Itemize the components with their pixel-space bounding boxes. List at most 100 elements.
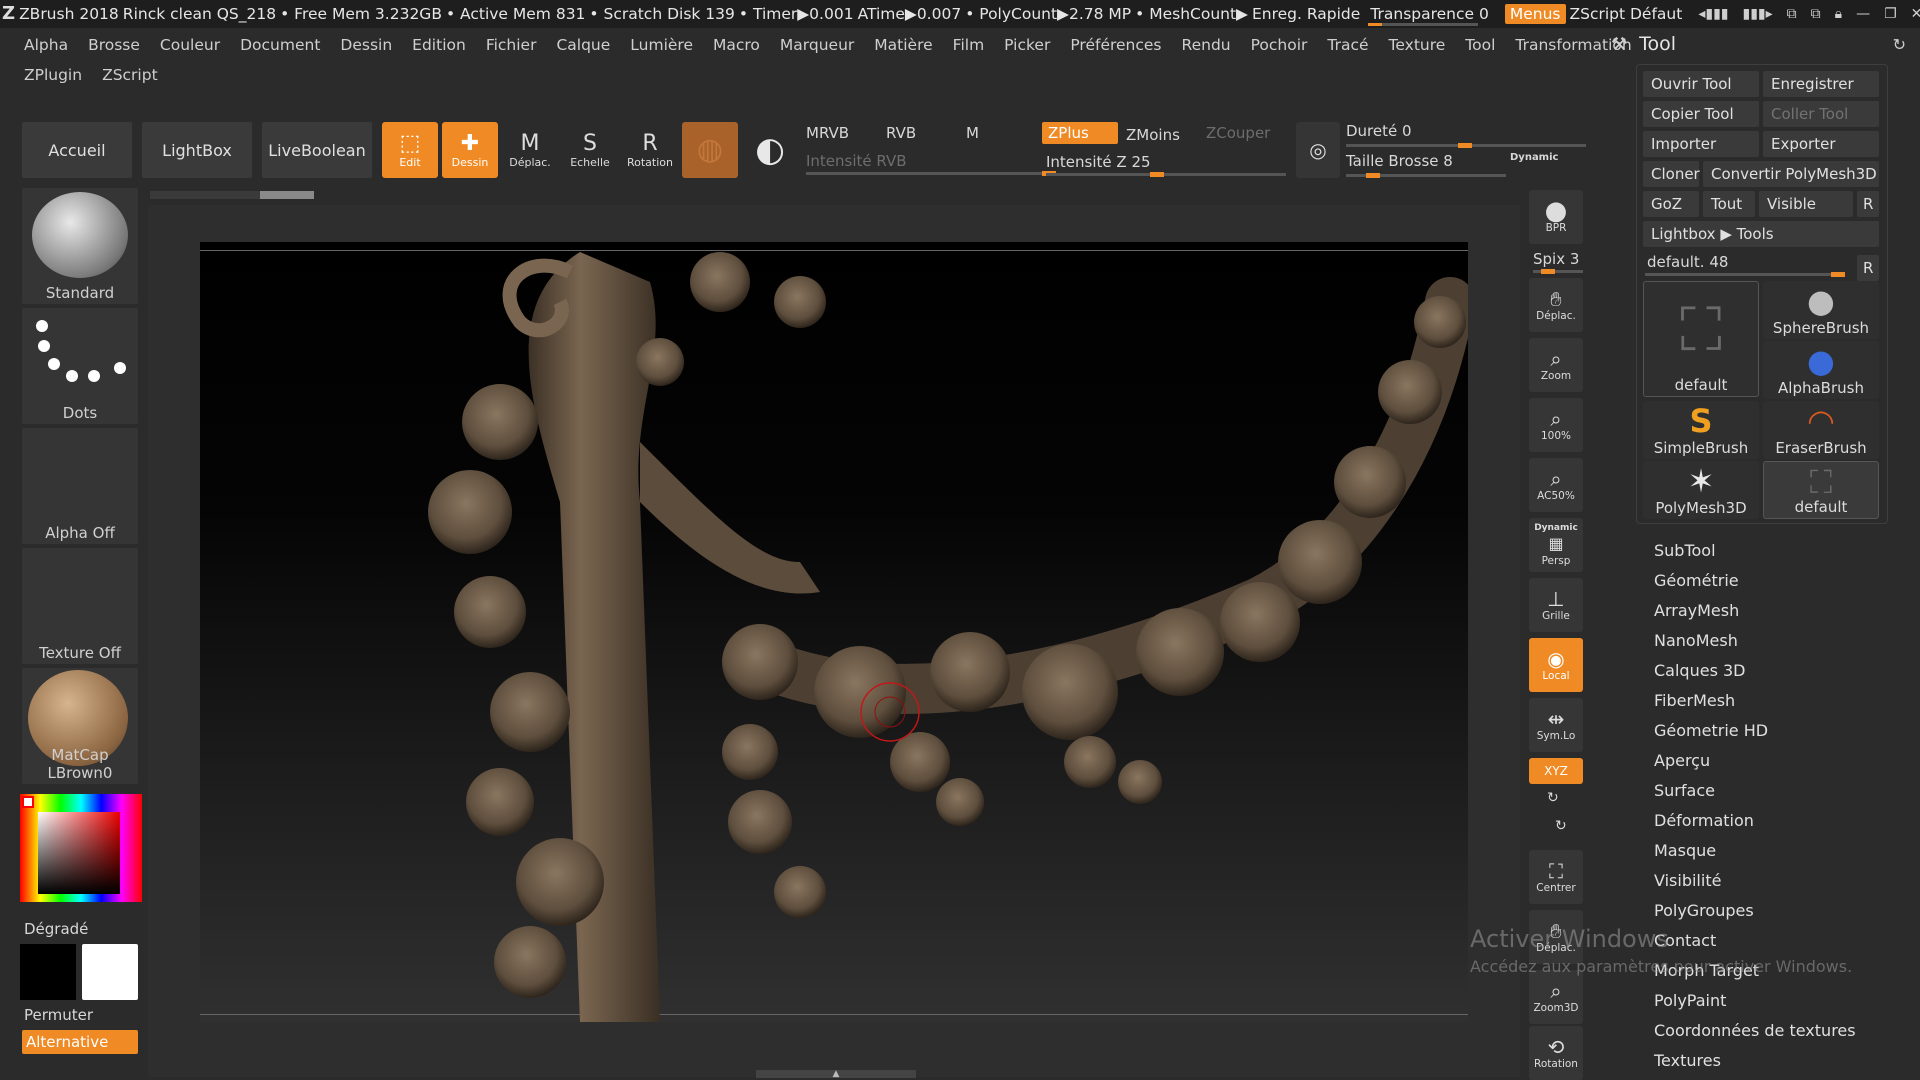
frame-button[interactable]: ⛶ Centrer xyxy=(1529,850,1583,904)
zadd-button[interactable]: ZPlus xyxy=(1042,122,1118,144)
focal-shift-slider[interactable] xyxy=(1346,143,1586,148)
maximize-icon[interactable]: ❐ xyxy=(1884,6,1897,22)
z-rotate-icon[interactable]: ↻ xyxy=(1555,818,1567,834)
menu-trace[interactable]: Tracé xyxy=(1327,36,1368,54)
main-color-swatch[interactable] xyxy=(20,944,76,1000)
import-button[interactable]: Importer xyxy=(1643,131,1759,157)
bottom-tray-handle[interactable]: ▲ xyxy=(756,1070,916,1079)
layout-icon[interactable]: ⧉ xyxy=(1787,6,1797,22)
menu-picker[interactable]: Picker xyxy=(1004,36,1050,54)
goz-r-button[interactable]: R xyxy=(1857,191,1879,217)
color-square[interactable] xyxy=(38,812,120,894)
move-button[interactable]: M Déplac. xyxy=(502,122,558,178)
tool-thumb-polymesh3d[interactable]: ✶ PolyMesh3D xyxy=(1643,461,1759,519)
tool-thumb-alphabrush[interactable]: ● AlphaBrush xyxy=(1763,341,1879,399)
subpalette-polypaint[interactable]: PolyPaint xyxy=(1654,986,1904,1016)
tool-thumb-simplebrush[interactable]: S SimpleBrush xyxy=(1643,401,1759,459)
alpha-selector[interactable]: Alpha Off xyxy=(22,428,138,544)
floor-grid-button[interactable]: ⊥ Grille xyxy=(1529,578,1583,632)
z-intensity-slider[interactable] xyxy=(1046,172,1286,177)
zsub-button[interactable]: ZMoins xyxy=(1126,126,1180,144)
menu-calque[interactable]: Calque xyxy=(556,36,610,54)
canvas-scrollbar[interactable] xyxy=(150,191,314,199)
actual-size-button[interactable]: ⌕ 100% xyxy=(1529,398,1583,452)
tool-thumb-default-2[interactable]: ⛶ default xyxy=(1763,461,1879,519)
dynamic-toggle[interactable]: Dynamic xyxy=(1510,152,1558,163)
spix-slider[interactable] xyxy=(1533,269,1583,274)
subpalette-polygroupes[interactable]: PolyGroupes xyxy=(1654,896,1904,926)
rotate-button[interactable]: R Rotation xyxy=(622,122,678,178)
menu-zscript[interactable]: ZScript xyxy=(102,66,158,84)
subpalette-geometrie-hd[interactable]: Géometrie HD xyxy=(1654,716,1904,746)
refresh-icon[interactable]: ↻ xyxy=(1893,35,1906,54)
half-size-button[interactable]: ⌕ AC50% xyxy=(1529,458,1583,512)
tool-thumb-default[interactable]: ⛶ default xyxy=(1643,281,1759,397)
paste-tool-button[interactable]: Coller Tool xyxy=(1763,101,1879,127)
xyz-rotate-button[interactable]: XYZ xyxy=(1529,758,1583,784)
menu-macro[interactable]: Macro xyxy=(713,36,760,54)
menu-preferences[interactable]: Préférences xyxy=(1070,36,1161,54)
menu-pochoir[interactable]: Pochoir xyxy=(1251,36,1308,54)
window-layout-icon[interactable]: ⧉ xyxy=(1811,6,1821,22)
color-picker[interactable] xyxy=(20,794,142,902)
subpalette-masque[interactable]: Masque xyxy=(1654,836,1904,866)
stroke-selector[interactable]: Dots xyxy=(22,308,138,424)
texture-selector[interactable]: Texture Off xyxy=(22,548,138,664)
sculptris-pro-button[interactable]: ◎ xyxy=(1296,122,1340,178)
brush-selector[interactable]: Standard xyxy=(22,188,138,304)
move-3d-button[interactable]: ✋︎ Déplac. xyxy=(1529,910,1583,964)
goz-visible-button[interactable]: Visible xyxy=(1759,191,1853,217)
menu-texture[interactable]: Texture xyxy=(1389,36,1446,54)
convert-polymesh-button[interactable]: Convertir PolyMesh3D xyxy=(1703,161,1879,187)
export-button[interactable]: Exporter xyxy=(1763,131,1879,157)
accueil-button[interactable]: Accueil xyxy=(22,122,132,178)
local-symmetry-button[interactable]: ◉ Local xyxy=(1529,638,1583,692)
tool-r-button[interactable]: R xyxy=(1857,255,1879,281)
gradient-label[interactable]: Dégradé xyxy=(24,920,88,938)
bpr-button[interactable]: ● BPR xyxy=(1529,190,1583,244)
move-view-button[interactable]: ✋︎ Déplac. xyxy=(1529,278,1583,332)
tool-palette-header[interactable]: ⚒ Tool ↻ xyxy=(1605,30,1920,58)
subpalette-arraymesh[interactable]: ArrayMesh xyxy=(1654,596,1904,626)
subpalette-apercu[interactable]: Aperçu xyxy=(1654,746,1904,776)
zcut-button[interactable]: ZCouper xyxy=(1206,124,1270,142)
menu-lumiere[interactable]: Lumière xyxy=(630,36,693,54)
switch-color-button[interactable]: Permuter xyxy=(24,1006,93,1024)
save-tool-button[interactable]: Enregistrer xyxy=(1763,71,1879,97)
subpalette-coordonnees-de-textures[interactable]: Coordonnées de textures xyxy=(1654,1016,1904,1046)
clone-button[interactable]: Cloner xyxy=(1643,161,1700,187)
menu-film[interactable]: Film xyxy=(953,36,985,54)
menu-rendu[interactable]: Rendu xyxy=(1182,36,1231,54)
subpalette-morph-target[interactable]: Morph Target xyxy=(1654,956,1904,986)
alternate-button[interactable]: Alternative xyxy=(22,1030,138,1054)
rotate-3d-button[interactable]: ⟲ Rotation xyxy=(1529,1026,1583,1080)
lightbox-tools-button[interactable]: Lightbox ▶ Tools xyxy=(1643,221,1879,247)
tool-thumb-eraserbrush[interactable]: ◠ EraserBrush xyxy=(1763,401,1879,459)
zoom-3d-button[interactable]: ⌕ Zoom3D xyxy=(1529,970,1583,1024)
tool-thumb-spherebrush[interactable]: ● SphereBrush xyxy=(1763,281,1879,339)
quicksave-button[interactable]: Enreg. Rapide xyxy=(1252,5,1360,23)
perspective-button[interactable]: Dynamic ▦ Persp xyxy=(1529,518,1583,572)
subpalette-geometrie[interactable]: Géométrie xyxy=(1654,566,1904,596)
goz-button[interactable]: GoZ xyxy=(1643,191,1699,217)
subpalette-nanomesh[interactable]: NanoMesh xyxy=(1654,626,1904,656)
goz-all-button[interactable]: Tout xyxy=(1703,191,1755,217)
subpalette-calques-3d[interactable]: Calques 3D xyxy=(1654,656,1904,686)
scale-button[interactable]: S Echelle xyxy=(562,122,618,178)
liveboolean-button[interactable]: LiveBoolean xyxy=(262,122,372,178)
rgb-button[interactable]: RVB xyxy=(886,124,916,142)
menu-alpha[interactable]: Alpha xyxy=(24,36,68,54)
secondary-color-swatch[interactable] xyxy=(82,944,138,1000)
zoom-view-button[interactable]: ⌕ Zoom xyxy=(1529,338,1583,392)
close-icon[interactable]: ✕ xyxy=(1911,6,1920,22)
lightbox-button[interactable]: LightBox xyxy=(142,122,252,178)
menus-button[interactable]: Menus xyxy=(1504,4,1566,24)
menu-zplugin[interactable]: ZPlugin xyxy=(24,66,82,84)
y-rotate-icon[interactable]: ↻ xyxy=(1547,790,1559,806)
menu-brosse[interactable]: Brosse xyxy=(88,36,140,54)
lock-icon[interactable]: 🔒︎ xyxy=(1835,6,1842,22)
subpalette-surface[interactable]: Surface xyxy=(1654,776,1904,806)
transparency-slider[interactable]: Transparence 0 xyxy=(1364,5,1495,26)
menu-marqueur[interactable]: Marqueur xyxy=(780,36,854,54)
m-button[interactable]: M xyxy=(966,124,979,142)
